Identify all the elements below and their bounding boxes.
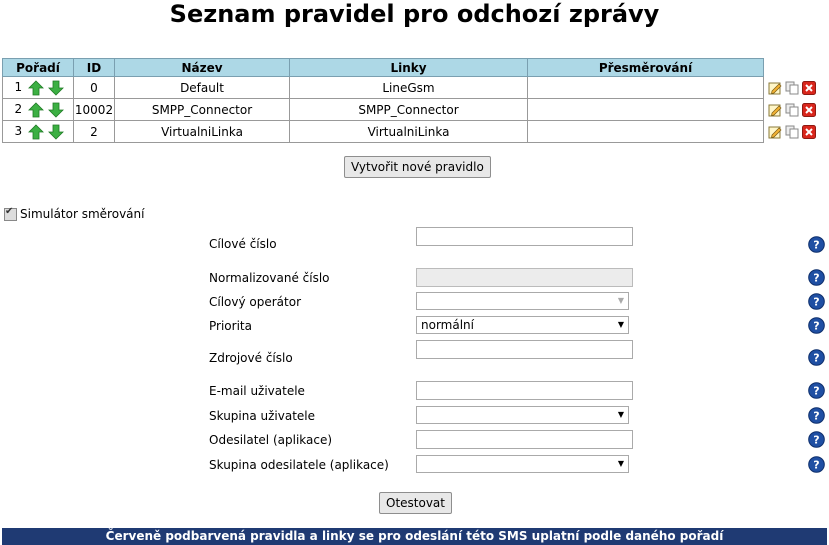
arrow-up-icon[interactable] [28, 79, 44, 96]
edit-icon[interactable] [768, 81, 782, 95]
arrow-up-icon[interactable] [28, 123, 44, 140]
copy-icon[interactable] [785, 103, 799, 117]
priority-label: Priorita [209, 319, 252, 333]
simulator-label: Simulátor směrování [20, 207, 145, 221]
checkbox-icon[interactable] [4, 206, 17, 221]
user-email-label: E-mail uživatele [209, 384, 305, 398]
delete-icon[interactable] [802, 81, 816, 95]
svg-text:?: ? [813, 320, 819, 333]
target-number-label: Cílové číslo [209, 237, 277, 251]
arrow-down-icon[interactable] [47, 80, 64, 96]
priority-value: normální [421, 318, 474, 332]
rules-table: Pořadí ID Název Linky Přesměrování 1 0 D… [2, 58, 764, 143]
copy-icon[interactable] [785, 125, 799, 139]
row-actions [768, 125, 828, 139]
col-lines: Linky [289, 58, 528, 77]
priority-select[interactable]: normální ▼ [416, 316, 629, 334]
user-group-select[interactable]: ▼ [416, 406, 629, 424]
name-cell: SMPP_Connector [114, 98, 290, 121]
user-group-label: Skupina uživatele [209, 409, 316, 423]
name-cell: Default [114, 76, 290, 99]
help-icon[interactable]: ? [808, 317, 825, 334]
redirect-cell [527, 98, 764, 121]
col-id: ID [73, 58, 115, 77]
svg-text:?: ? [813, 352, 819, 365]
sender-app-input[interactable] [416, 430, 633, 449]
chevron-down-icon: ▼ [617, 410, 624, 419]
svg-text:?: ? [813, 296, 819, 309]
help-icon[interactable]: ? [808, 293, 825, 310]
footer-note: Červeně podbarvená pravidla a linky se p… [2, 528, 827, 545]
row-actions [768, 103, 828, 117]
svg-text:?: ? [813, 272, 819, 285]
simulator-toggle[interactable]: Simulátor směrování [4, 206, 145, 221]
sender-app-label: Odesilatel (aplikace) [209, 433, 333, 447]
lines-cell: SMPP_Connector [289, 98, 528, 121]
edit-icon[interactable] [768, 103, 782, 117]
col-redirect: Přesměrování [527, 58, 764, 77]
target-operator-select[interactable]: ▼ [416, 292, 629, 310]
normalized-number-input [416, 268, 633, 287]
order-cell: 2 [2, 98, 74, 121]
page-title: Seznam pravidel pro odchozí zprávy [169, 0, 660, 28]
source-number-label: Zdrojové číslo [209, 351, 293, 365]
arrow-up-icon[interactable] [28, 101, 44, 118]
table-row[interactable]: 3 2 VirtualniLinka VirtualniLinka [2, 120, 764, 143]
normalized-number-label: Normalizované číslo [209, 271, 330, 285]
arrow-down-icon[interactable] [47, 102, 64, 118]
help-icon[interactable]: ? [808, 431, 825, 448]
edit-icon[interactable] [768, 125, 782, 139]
order-number: 2 [14, 102, 23, 116]
id-cell: 2 [73, 120, 115, 143]
target-operator-label: Cílový operátor [209, 295, 302, 309]
order-cell: 1 [2, 76, 74, 99]
help-icon[interactable]: ? [808, 236, 825, 253]
help-icon[interactable]: ? [808, 349, 825, 366]
help-icon[interactable]: ? [808, 407, 825, 424]
sender-group-app-label: Skupina odesilatele (aplikace) [209, 458, 389, 472]
id-cell: 10002 [73, 98, 115, 121]
name-cell: VirtualniLinka [114, 120, 290, 143]
copy-icon[interactable] [785, 81, 799, 95]
arrow-down-icon[interactable] [47, 124, 64, 140]
help-icon[interactable]: ? [808, 269, 825, 286]
user-email-input[interactable] [416, 381, 633, 400]
delete-icon[interactable] [802, 103, 816, 117]
table-header-row: Pořadí ID Název Linky Přesměrování [2, 58, 764, 77]
table-row[interactable]: 2 10002 SMPP_Connector SMPP_Connector [2, 98, 764, 121]
svg-text:?: ? [813, 239, 819, 252]
source-number-input[interactable] [416, 340, 633, 359]
test-button[interactable]: Otestovat [379, 492, 452, 514]
svg-text:?: ? [813, 434, 819, 447]
col-name: Název [114, 58, 290, 77]
create-rule-button[interactable]: Vytvořit nové pravidlo [344, 156, 491, 178]
svg-text:?: ? [813, 459, 819, 472]
lines-cell: LineGsm [289, 76, 528, 99]
help-icon[interactable]: ? [808, 456, 825, 473]
chevron-down-icon: ▼ [617, 459, 624, 468]
chevron-down-icon: ▼ [617, 296, 624, 305]
svg-text:?: ? [813, 410, 819, 423]
order-number: 3 [14, 124, 23, 138]
col-order: Pořadí [2, 58, 74, 77]
delete-icon[interactable] [802, 125, 816, 139]
order-number: 1 [14, 80, 23, 94]
row-actions [768, 81, 828, 95]
order-cell: 3 [2, 120, 74, 143]
lines-cell: VirtualniLinka [289, 120, 528, 143]
redirect-cell [527, 76, 764, 99]
help-icon[interactable]: ? [808, 382, 825, 399]
chevron-down-icon: ▼ [617, 320, 624, 329]
id-cell: 0 [73, 76, 115, 99]
target-number-input[interactable] [416, 227, 633, 246]
sender-group-app-select[interactable]: ▼ [416, 455, 629, 473]
table-row[interactable]: 1 0 Default LineGsm [2, 76, 764, 99]
redirect-cell [527, 120, 764, 143]
svg-text:?: ? [813, 385, 819, 398]
